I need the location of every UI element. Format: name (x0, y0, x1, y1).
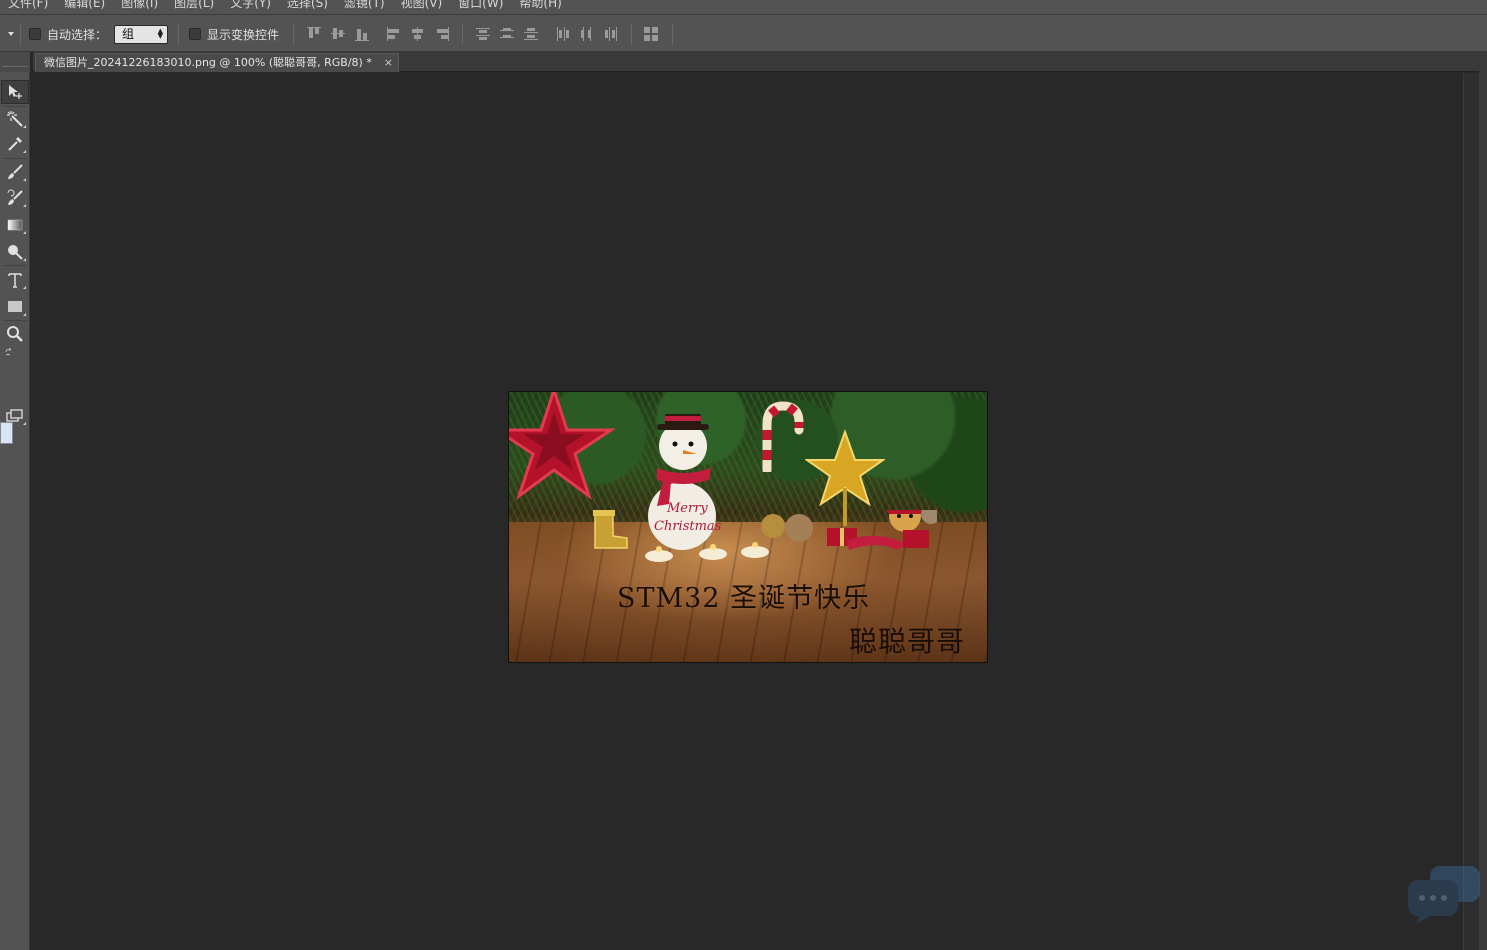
eyedropper-icon (8, 137, 22, 151)
align-top-icon[interactable] (306, 26, 322, 42)
menu-bar: 文件(F) 编辑(E) 图像(I) 图层(L) 文字(Y) 选择(S) 滤镜(T) 视图(V)… (0, 0, 1487, 14)
document-tab[interactable]: 微信图片_20241226183010.png @ 100% (聪聪哥哥, RG… (35, 53, 399, 72)
brush-icon (8, 164, 23, 179)
distribute-right-icon[interactable] (603, 26, 619, 42)
gradient-tool[interactable] (1, 213, 29, 237)
menu-items: 文件(F) 编辑(E) 图像(I) 图层(L) 文字(Y) 选择(S) 滤镜(T) 视图(V)… (8, 0, 562, 12)
menu-item[interactable]: 文件(F) (8, 0, 48, 12)
align-left-icon[interactable] (386, 26, 402, 42)
menu-item[interactable]: 选择(S) (287, 0, 328, 12)
zoom-icon (7, 326, 23, 342)
align-hcenter-icon[interactable] (410, 26, 426, 42)
auto-select-label: 自动选择： (47, 28, 108, 42)
toolbox-separator (3, 320, 27, 321)
move-icon (9, 85, 22, 99)
tea-candles (645, 542, 769, 562)
menu-item[interactable]: 图像(I) (121, 0, 158, 12)
gradient-icon (7, 219, 23, 231)
toolbox-separator (3, 158, 27, 159)
align-vcenter-icon[interactable] (330, 26, 346, 42)
menu-item[interactable]: 视图(V) (401, 0, 443, 12)
dodge-icon (8, 245, 23, 260)
options-separator (20, 23, 21, 45)
menu-item[interactable]: 编辑(E) (64, 0, 105, 12)
screen-mode-icon (6, 409, 23, 422)
menu-item[interactable]: 帮助(H) (519, 0, 561, 12)
menu-item[interactable]: 滤镜(T) (344, 0, 385, 12)
document-tab-title: 微信图片_20241226183010.png @ 100% (聪聪哥哥, RG… (44, 56, 372, 69)
history-brush-icon (7, 189, 23, 205)
menu-item[interactable]: 图层(L) (174, 0, 214, 12)
spin-arrows-icon: ▲ ▼ (157, 27, 163, 40)
vertical-scrollbar[interactable] (1463, 73, 1479, 950)
gold-boot-ornament (593, 510, 628, 549)
distribute-hcenter-icon[interactable] (579, 26, 595, 42)
merry-text: Merry (666, 501, 708, 516)
toolbox-grip[interactable] (0, 52, 30, 72)
distribute-top-icon[interactable] (475, 26, 491, 42)
distribute-vcenter-icon[interactable] (499, 26, 515, 42)
options-separator (178, 23, 179, 45)
align-right-icon[interactable] (434, 26, 450, 42)
toolbox-separator (3, 265, 27, 266)
chat-bubble-icon (1408, 866, 1480, 924)
options-separator (293, 23, 294, 45)
swap-colors-button[interactable] (1, 346, 29, 362)
swap-colors-icon (5, 348, 12, 356)
type-icon (8, 273, 22, 288)
magic-wand-icon (7, 111, 23, 127)
move-tool[interactable] (1, 80, 29, 104)
document-tab-bar: 微信图片_20241226183010.png @ 100% (聪聪哥哥, RG… (33, 52, 1487, 72)
history-brush-tool[interactable] (1, 186, 29, 210)
document-image[interactable]: Merry Christmas STM32 圣诞节快乐 聪聪哥哥 (508, 391, 988, 663)
screen-mode-tool[interactable] (1, 404, 29, 428)
menu-item[interactable]: 文字(Y) (230, 0, 271, 12)
eyedropper-tool[interactable] (1, 132, 29, 156)
auto-select-value: 组 (122, 27, 135, 41)
auto-select-checkbox[interactable] (29, 28, 41, 40)
menu-item[interactable]: 窗口(W) (458, 0, 503, 12)
options-bar: 自动选择： 组 ▲ ▼ 显示变换控件 (0, 14, 1487, 52)
image-caption-main: STM32 圣诞节快乐 (617, 583, 871, 614)
zoom-tool[interactable] (1, 322, 29, 346)
options-separator (631, 23, 632, 45)
rectangle-tool[interactable] (1, 295, 29, 319)
options-separator (462, 23, 463, 45)
brush-tool[interactable] (1, 160, 29, 184)
show-transform-checkbox[interactable] (189, 28, 201, 40)
candy-cane (762, 401, 804, 472)
image-caption-signature: 聪聪哥哥 (849, 625, 966, 658)
options-separator (672, 23, 673, 45)
type-tool[interactable] (1, 268, 29, 292)
snowman-figure: Merry Christmas (648, 414, 722, 550)
rectangle-icon (8, 301, 22, 312)
close-icon[interactable]: × (384, 54, 393, 72)
distribute-bottom-icon[interactable] (523, 26, 539, 42)
panel-edge (1479, 52, 1487, 950)
tool-preset-picker[interactable] (4, 27, 18, 41)
dodge-tool[interactable] (1, 240, 29, 264)
auto-select-dropdown[interactable]: 组 ▲ ▼ (114, 25, 168, 44)
auto-align-layers-icon[interactable] (643, 26, 659, 42)
align-bottom-icon[interactable] (354, 26, 370, 42)
red-star-ornament (509, 392, 616, 501)
distribute-left-icon[interactable] (555, 26, 571, 42)
magic-wand-tool[interactable] (1, 107, 29, 131)
toolbox (0, 52, 30, 950)
show-transform-label: 显示变换控件 (207, 28, 280, 42)
christmas-text: Christmas (654, 519, 722, 534)
